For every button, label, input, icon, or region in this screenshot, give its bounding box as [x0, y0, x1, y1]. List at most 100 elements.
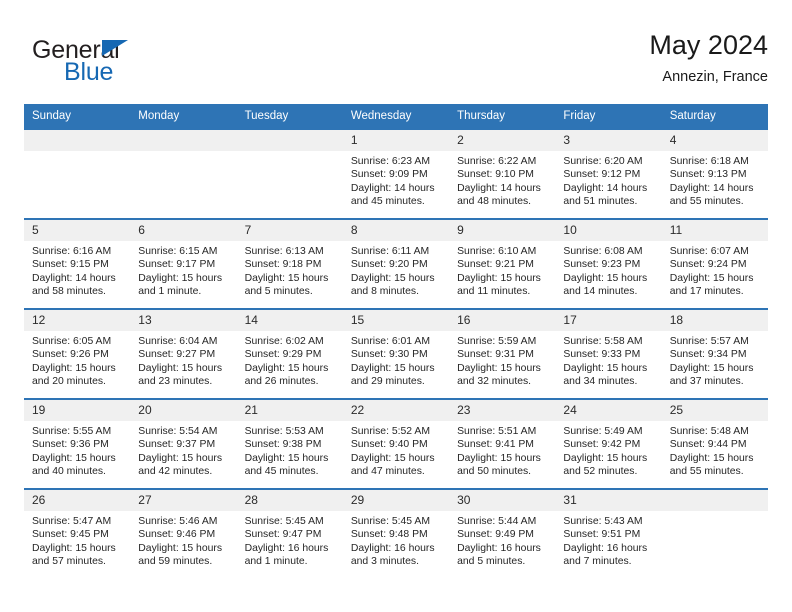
calendar-day-cell[interactable]: 4 Sunrise: 6:18 AM Sunset: 9:13 PM Daylight…	[661, 128, 768, 219]
daylight-text-line1: Daylight: 15 hours	[669, 452, 754, 464]
calendar-day-cell[interactable]: 29 Sunrise: 5:45 AM Sunset: 9:48 PM Dayligh…	[342, 488, 450, 578]
calendar-day-cell[interactable]: 23 Sunrise: 5:51 AM Sunset: 9:41 PM Dayligh…	[449, 398, 556, 489]
calendar-day-cell[interactable]: 24 Sunrise: 5:49 AM Sunset: 9:42 PM Dayligh…	[555, 398, 662, 489]
day-number: 20	[130, 400, 237, 421]
daylight-text-line1: Daylight: 15 hours	[457, 362, 541, 374]
calendar-header-row: Sunday Monday Tuesday Wednesday Thursday Frid…	[24, 104, 768, 129]
calendar-day-cell[interactable]: 7 Sunrise: 6:13 AM Sunset: 9:18 PM Daylight…	[236, 218, 343, 309]
day-number: 6	[130, 220, 237, 241]
calendar-day-cell[interactable]: 1 Sunrise: 6:23 AM Sunset: 9:09 PM Daylight…	[342, 128, 450, 219]
calendar-day-cell[interactable]: 30 Sunrise: 5:44 AM Sunset: 9:49 PM Dayligh…	[449, 488, 556, 578]
daylight-text-line1: Daylight: 15 hours	[563, 452, 648, 464]
sunrise-text: Sunrise: 5:55 AM	[32, 426, 112, 437]
daylight-text-line2: and 5 minutes.	[457, 556, 526, 568]
day-number: 12	[24, 310, 131, 331]
day-number: 7	[236, 220, 343, 241]
calendar-week-row: 1 Sunrise: 6:23 AM Sunset: 9:09 PM Daylight…	[24, 128, 768, 219]
calendar-day-cell[interactable]: 3 Sunrise: 6:20 AM Sunset: 9:12 PM Daylight…	[555, 128, 662, 219]
page-header: General Blue May 2024 Annezin, France	[24, 28, 768, 98]
day-info: Sunrise: 6:10 AM Sunset: 9:21 PM Daylight:…	[449, 241, 555, 299]
day-info: Sunrise: 5:54 AM Sunset: 9:37 PM Daylight:…	[130, 421, 236, 479]
title-block: May 2024 Annezin, France	[649, 28, 768, 87]
daylight-text-line2: and 3 minutes.	[350, 556, 420, 568]
day-number: 5	[24, 220, 131, 241]
day-number: 25	[661, 400, 768, 421]
daylight-text-line2: and 20 minutes.	[32, 376, 106, 388]
sunset-text: Sunset: 9:34 PM	[669, 349, 747, 361]
calendar-day-cell[interactable]: 2 Sunrise: 6:22 AM Sunset: 9:10 PM Daylight…	[449, 128, 556, 219]
daylight-text-line2: and 45 minutes.	[350, 196, 425, 208]
daylight-text-line1: Daylight: 16 hours	[350, 542, 435, 554]
calendar-day-cell[interactable]: 15 Sunrise: 6:01 AM Sunset: 9:30 PM Dayligh…	[342, 308, 450, 399]
daylight-text-line1: Daylight: 15 hours	[669, 362, 754, 374]
sunset-text: Sunset: 9:44 PM	[669, 439, 747, 451]
calendar-table: Sunday Monday Tuesday Wednesday Thursday Frid…	[24, 104, 768, 578]
sunrise-text: Sunrise: 6:01 AM	[350, 336, 430, 347]
daylight-text-line1: Daylight: 15 hours	[350, 272, 435, 284]
daylight-text-line2: and 7 minutes.	[563, 556, 632, 568]
calendar-day-cell-empty	[130, 128, 237, 219]
calendar-day-cell[interactable]: 9 Sunrise: 6:10 AM Sunset: 9:21 PM Daylight…	[449, 218, 556, 309]
calendar-day-cell[interactable]: 21 Sunrise: 5:53 AM Sunset: 9:38 PM Dayligh…	[236, 398, 343, 489]
day-info: Sunrise: 6:22 AM Sunset: 9:10 PM Daylight:…	[449, 151, 555, 209]
weekday-header-monday: Monday	[130, 104, 237, 129]
calendar-day-cell[interactable]: 31 Sunrise: 5:43 AM Sunset: 9:51 PM Dayligh…	[555, 488, 662, 578]
day-info: Sunrise: 5:47 AM Sunset: 9:45 PM Daylight:…	[24, 511, 130, 569]
calendar-day-cell-empty	[24, 128, 131, 219]
weekday-header-friday: Friday	[555, 104, 662, 129]
calendar-day-cell[interactable]: 26 Sunrise: 5:47 AM Sunset: 9:45 PM Dayligh…	[24, 488, 131, 578]
daylight-text-line1: Daylight: 15 hours	[32, 452, 116, 464]
sunset-text: Sunset: 9:09 PM	[350, 169, 428, 181]
daylight-text-line2: and 5 minutes.	[244, 286, 313, 298]
weekday-header-thursday: Thursday	[449, 104, 556, 129]
calendar-day-cell[interactable]: 14 Sunrise: 6:02 AM Sunset: 9:29 PM Dayligh…	[236, 308, 343, 399]
calendar-day-cell[interactable]: 10 Sunrise: 6:08 AM Sunset: 9:23 PM Dayligh…	[555, 218, 662, 309]
day-info: Sunrise: 6:11 AM Sunset: 9:20 PM Daylight:…	[343, 241, 449, 299]
daylight-text-line2: and 50 minutes.	[457, 466, 532, 478]
daylight-text-line2: and 26 minutes.	[244, 376, 319, 388]
calendar-day-cell[interactable]: 11 Sunrise: 6:07 AM Sunset: 9:24 PM Dayligh…	[661, 218, 768, 309]
location-subtitle: Annezin, France	[662, 69, 768, 85]
day-number: 23	[449, 400, 556, 421]
calendar-day-cell[interactable]: 19 Sunrise: 5:55 AM Sunset: 9:36 PM Dayligh…	[24, 398, 131, 489]
day-number: 27	[130, 490, 237, 511]
sunset-text: Sunset: 9:41 PM	[457, 439, 534, 451]
day-number: 13	[130, 310, 237, 331]
day-info: Sunrise: 5:57 AM Sunset: 9:34 PM Daylight:…	[662, 331, 768, 389]
day-info: Sunrise: 5:45 AM Sunset: 9:47 PM Daylight:…	[237, 511, 343, 569]
daylight-text-line1: Daylight: 15 hours	[669, 272, 754, 284]
calendar-day-cell[interactable]: 5 Sunrise: 6:16 AM Sunset: 9:15 PM Daylight…	[24, 218, 131, 309]
day-number	[24, 130, 131, 151]
calendar-day-cell[interactable]: 6 Sunrise: 6:15 AM Sunset: 9:17 PM Daylight…	[130, 218, 237, 309]
calendar-day-cell[interactable]: 12 Sunrise: 6:05 AM Sunset: 9:26 PM Dayligh…	[24, 308, 131, 399]
calendar-day-cell[interactable]: 8 Sunrise: 6:11 AM Sunset: 9:20 PM Daylight…	[342, 218, 450, 309]
calendar-day-cell[interactable]: 17 Sunrise: 5:58 AM Sunset: 9:33 PM Dayligh…	[555, 308, 662, 399]
calendar-day-cell[interactable]: 27 Sunrise: 5:46 AM Sunset: 9:46 PM Dayligh…	[130, 488, 237, 578]
sunset-text: Sunset: 9:23 PM	[563, 259, 641, 271]
sunrise-text: Sunrise: 6:16 AM	[32, 246, 112, 257]
calendar-day-cell[interactable]: 22 Sunrise: 5:52 AM Sunset: 9:40 PM Dayligh…	[342, 398, 450, 489]
day-info: Sunrise: 5:48 AM Sunset: 9:44 PM Daylight:…	[662, 421, 768, 479]
calendar-day-cell[interactable]: 18 Sunrise: 5:57 AM Sunset: 9:34 PM Dayligh…	[661, 308, 768, 399]
calendar-day-cell[interactable]: 16 Sunrise: 5:59 AM Sunset: 9:31 PM Dayligh…	[449, 308, 556, 399]
day-number	[661, 490, 768, 511]
calendar-day-cell[interactable]: 28 Sunrise: 5:45 AM Sunset: 9:47 PM Dayligh…	[236, 488, 343, 578]
day-number	[236, 130, 343, 151]
brand-logo[interactable]: General Blue	[32, 36, 262, 94]
day-number: 14	[236, 310, 343, 331]
day-info: Sunrise: 5:55 AM Sunset: 9:36 PM Daylight:…	[24, 421, 130, 479]
sunrise-text: Sunrise: 6:18 AM	[669, 156, 749, 167]
calendar-day-cell[interactable]: 20 Sunrise: 5:54 AM Sunset: 9:37 PM Dayligh…	[130, 398, 237, 489]
day-number: 1	[342, 130, 450, 151]
daylight-text-line2: and 57 minutes.	[32, 556, 106, 568]
daylight-text-line2: and 59 minutes.	[138, 556, 213, 568]
calendar-day-cell[interactable]: 25 Sunrise: 5:48 AM Sunset: 9:44 PM Dayligh…	[661, 398, 768, 489]
day-info: Sunrise: 5:43 AM Sunset: 9:51 PM Daylight:…	[555, 511, 661, 569]
day-number: 21	[236, 400, 343, 421]
day-info: Sunrise: 6:20 AM Sunset: 9:12 PM Daylight:…	[555, 151, 661, 209]
sunrise-text: Sunrise: 5:53 AM	[244, 426, 324, 437]
sunrise-text: Sunrise: 6:22 AM	[457, 156, 537, 167]
daylight-text-line2: and 42 minutes.	[138, 466, 213, 478]
calendar-day-cell[interactable]: 13 Sunrise: 6:04 AM Sunset: 9:27 PM Dayligh…	[130, 308, 237, 399]
sunrise-text: Sunrise: 5:51 AM	[457, 426, 537, 437]
